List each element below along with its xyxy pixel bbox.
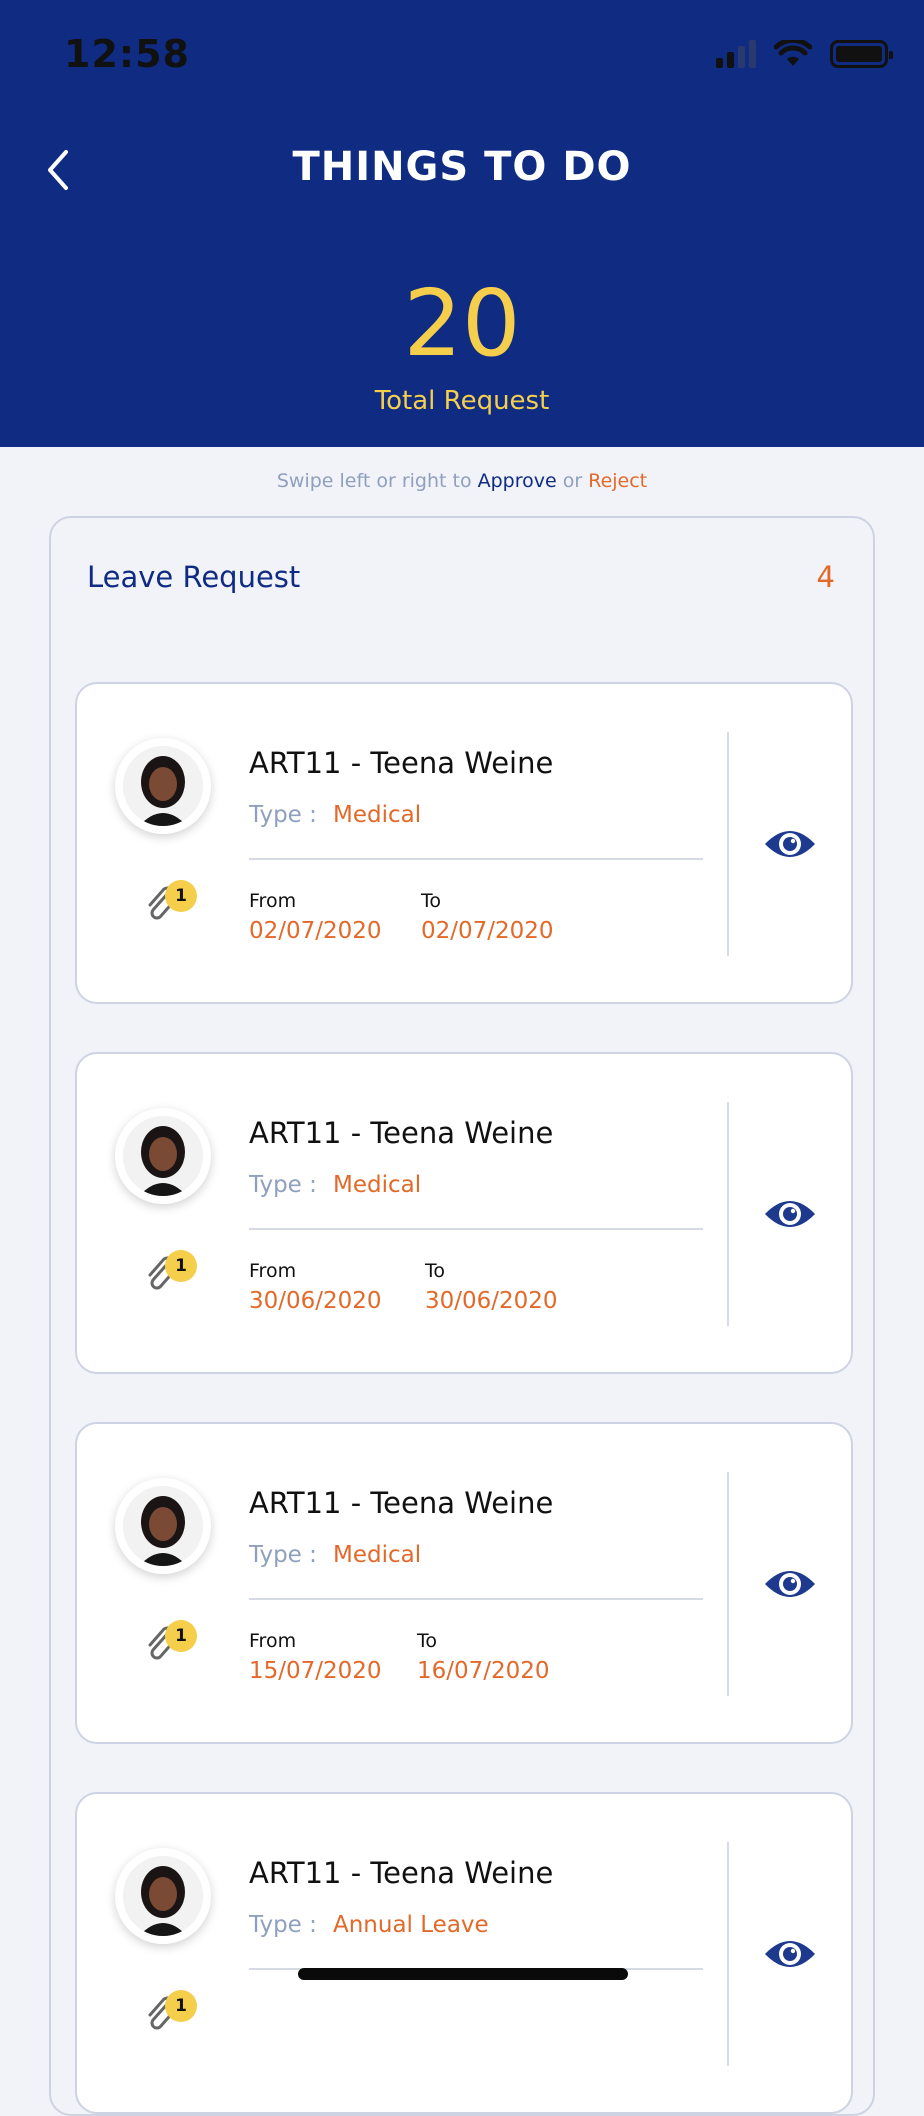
avatar	[115, 738, 211, 834]
eye-icon[interactable]	[763, 826, 817, 862]
leave-request-card[interactable]: 1 ART11 - Teena Weine Type : Medical Fro…	[75, 682, 853, 1004]
section-title: Leave Request	[87, 560, 301, 594]
vertical-divider	[727, 1842, 729, 2066]
to-date: 30/06/2020	[425, 1288, 558, 1314]
from-date: 30/06/2020	[249, 1288, 382, 1314]
avatar	[115, 1108, 211, 1204]
type-label: Type :	[249, 1172, 317, 1198]
header: 12:58 THINGS TO DO 20 Total Request	[0, 0, 924, 447]
hint-reject: Reject	[588, 470, 648, 492]
leave-type: Medical	[333, 1542, 422, 1568]
leave-request-card[interactable]: 1 ART11 - Teena Weine Type : Medical Fro…	[75, 1052, 853, 1374]
hint-middle: or	[556, 470, 589, 492]
type-label: Type :	[249, 1912, 317, 1938]
wifi-icon	[774, 40, 812, 66]
attachment-count-badge: 1	[165, 1250, 197, 1282]
page-title: THINGS TO DO	[292, 144, 632, 190]
leave-request-card[interactable]: 1 ART11 - Teena Weine Type : Medical Fro…	[75, 1422, 853, 1744]
from-label: From	[249, 1260, 297, 1282]
divider	[249, 858, 703, 860]
to-label: To	[417, 1630, 438, 1652]
eye-icon[interactable]	[763, 1566, 817, 1602]
avatar	[115, 1848, 211, 1944]
from-date: 15/07/2020	[249, 1658, 382, 1684]
total-request-label: Total Request	[374, 386, 550, 416]
status-time: 12:58	[64, 32, 190, 76]
attachment-count-badge: 1	[165, 880, 197, 912]
from-label: From	[249, 1630, 297, 1652]
status-icons	[716, 40, 893, 68]
employee-name: ART11 - Teena Weine	[249, 1856, 554, 1890]
cellular-signal-icon	[716, 40, 756, 68]
hint-approve: Approve	[477, 470, 557, 492]
total-request-count: 20	[403, 270, 521, 377]
employee-name: ART11 - Teena Weine	[249, 1116, 554, 1150]
type-label: Type :	[249, 802, 317, 828]
divider	[249, 1598, 703, 1600]
employee-name: ART11 - Teena Weine	[249, 746, 554, 780]
avatar	[115, 1478, 211, 1574]
leave-type: Medical	[333, 802, 422, 828]
hint-prefix: Swipe left or right to	[276, 470, 478, 492]
home-indicator[interactable]	[298, 1968, 628, 1980]
type-label: Type :	[249, 1542, 317, 1568]
to-date: 16/07/2020	[417, 1658, 550, 1684]
leave-request-section: Leave Request 4 1 ART11 - Teena Weine Ty…	[49, 516, 875, 2116]
vertical-divider	[727, 1102, 729, 1326]
swipe-hint: Swipe left or right to Approve or Reject	[0, 470, 924, 492]
to-label: To	[425, 1260, 446, 1282]
attachment-count-badge: 1	[165, 1990, 197, 2022]
vertical-divider	[727, 1472, 729, 1696]
divider	[249, 1228, 703, 1230]
to-label: To	[421, 890, 442, 912]
leave-request-card[interactable]: 1 ART11 - Teena Weine Type : Annual Leav…	[75, 1792, 853, 2114]
battery-icon	[830, 40, 893, 68]
eye-icon[interactable]	[763, 1196, 817, 1232]
to-date: 02/07/2020	[421, 918, 554, 944]
employee-name: ART11 - Teena Weine	[249, 1486, 554, 1520]
leave-type: Annual Leave	[333, 1912, 489, 1938]
eye-icon[interactable]	[763, 1936, 817, 1972]
from-label: From	[249, 890, 297, 912]
from-date: 02/07/2020	[249, 918, 382, 944]
attachment-count-badge: 1	[165, 1620, 197, 1652]
leave-type: Medical	[333, 1172, 422, 1198]
vertical-divider	[727, 732, 729, 956]
section-count: 4	[816, 560, 835, 594]
